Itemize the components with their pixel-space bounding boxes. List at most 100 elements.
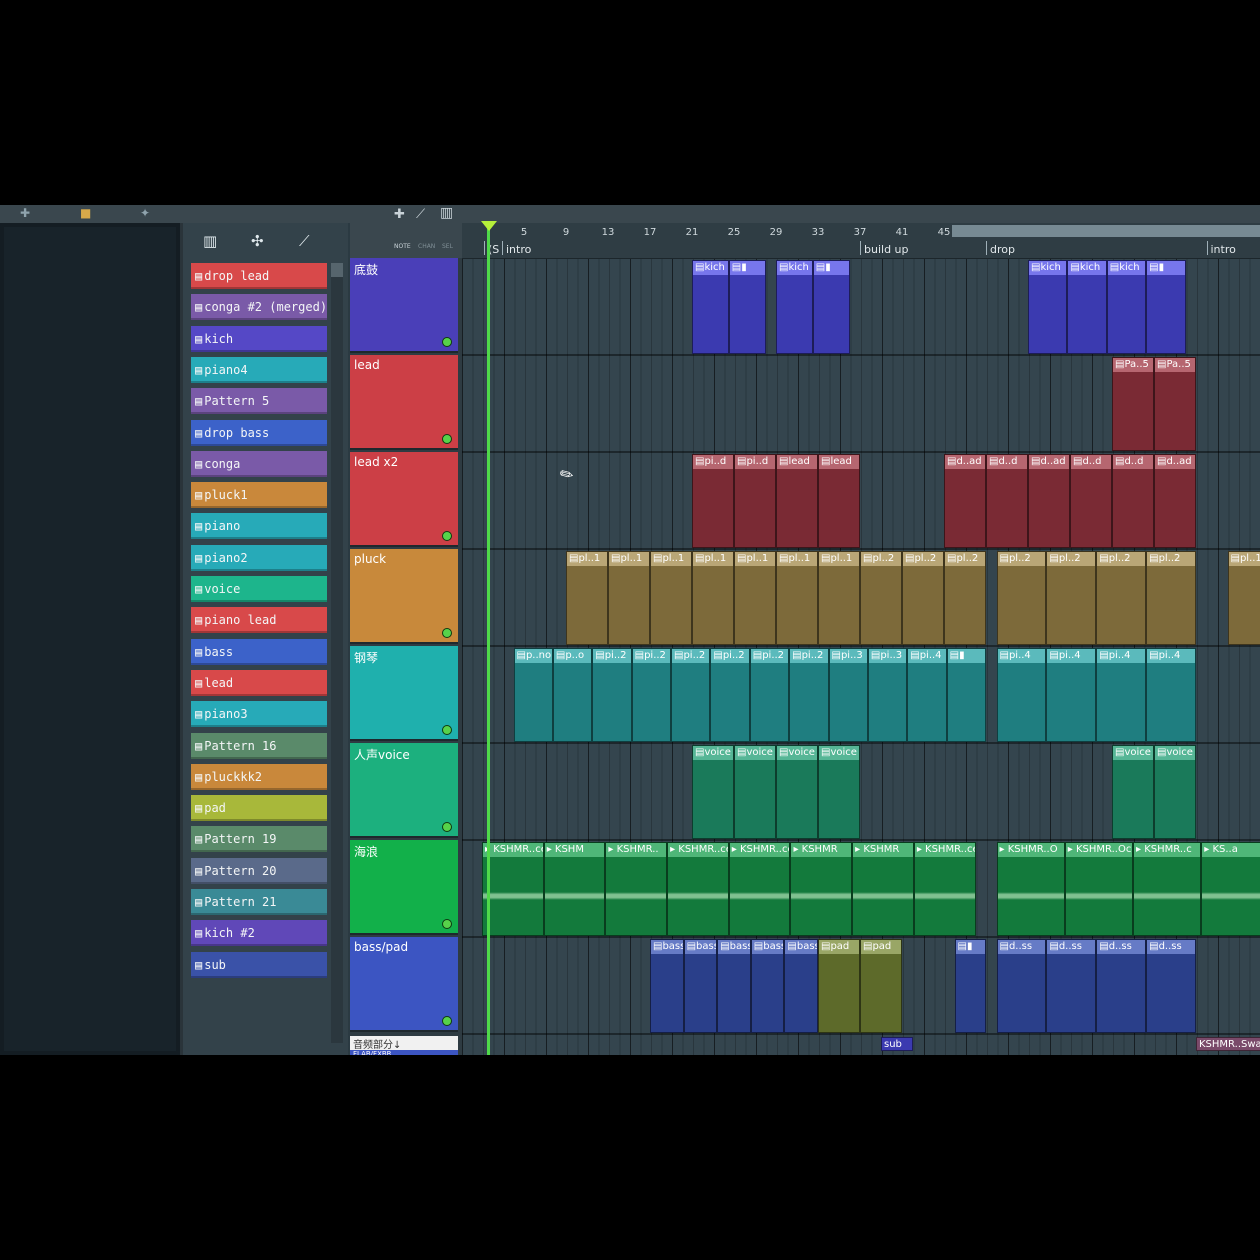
time-marker[interactable]: intro (501, 241, 531, 256)
playlist-clip[interactable]: ▸ KSHMR..O (996, 842, 1065, 936)
playlist-clip[interactable]: ▤pi..2 (592, 648, 632, 742)
playlist-clip[interactable]: ▤d..ad (944, 454, 986, 548)
track-header[interactable]: bass/pad (350, 937, 458, 1032)
playlist-clip[interactable]: ▤voice (1112, 745, 1154, 839)
playlist-clip[interactable]: ▤▮ (728, 260, 766, 354)
pattern-item[interactable]: ▤ conga (191, 450, 327, 477)
pattern-item[interactable]: ▤ kich #2 (191, 920, 327, 947)
time-marker[interactable]: drop (986, 241, 1015, 256)
track-header[interactable]: lead x2 (350, 452, 458, 547)
track-enable-icon[interactable] (442, 919, 452, 929)
playlist-clip[interactable]: ▤pi..4 (907, 648, 947, 742)
playlist-clip[interactable]: ▸ KS..a (1201, 842, 1260, 936)
playlist-clip[interactable]: ▤Pa..5 (1112, 357, 1154, 451)
playlist-clip[interactable]: ▸ KSHMR (852, 842, 914, 936)
pattern-item[interactable]: ▤ drop lead (191, 263, 327, 289)
pattern-item[interactable]: ▤ piano4 (191, 356, 327, 383)
playlist-clip[interactable]: ▤voice (776, 745, 818, 839)
browser-list[interactable] (4, 227, 176, 1051)
playlist-clip[interactable]: ▤pl..1 (608, 551, 650, 645)
playlist-clip[interactable]: ▤pl..2 (860, 551, 902, 645)
pattern-item[interactable]: ▤ lead (191, 669, 327, 696)
playlist-clip[interactable]: ▤d..d (1070, 454, 1112, 548)
playlist-clip[interactable]: ▤d..ss (1046, 939, 1097, 1033)
pattern-item[interactable]: ▤ Pattern 21 (191, 889, 327, 915)
track-enable-icon[interactable] (442, 434, 452, 444)
scroll-thumb[interactable] (331, 263, 343, 277)
piano-roll-icon[interactable]: ▥ (440, 205, 453, 221)
pattern-item[interactable]: ▤ pluckkk2 (191, 763, 327, 790)
track-header[interactable]: pluck (350, 549, 458, 644)
playlist-clip[interactable]: ▸ KSHMR..ce (482, 842, 544, 936)
playlist-clip[interactable]: ▤pi..2 (710, 648, 750, 742)
playlist-clip[interactable]: ▤pi..2 (671, 648, 711, 742)
playlist-clip[interactable]: ▤bass (717, 939, 751, 1033)
playlist-clip[interactable]: ▤pl..2 (1046, 551, 1097, 645)
pattern-item[interactable]: ▤ pluck1 (191, 482, 327, 509)
playlist-clip[interactable]: ▤▮ (954, 939, 986, 1033)
paint-icon[interactable]: ⟋ (416, 207, 425, 222)
track-header[interactable]: lead (350, 355, 458, 450)
playlist-clip[interactable]: ▤pl..2 (902, 551, 944, 645)
playlist-clip[interactable]: ▤Pa..5 (1154, 357, 1196, 451)
pattern-item[interactable]: ▤ voice (191, 576, 327, 602)
playlist-clip[interactable]: ▤pl..2 (996, 551, 1047, 645)
pattern-item[interactable]: ▤ piano (191, 513, 327, 540)
playlist-clip[interactable]: sub (881, 1037, 913, 1051)
track-audio-section-label[interactable]: 音频部分↓ (350, 1036, 458, 1051)
playlist-clip[interactable]: ▸ KSHMR..cean (913, 842, 976, 936)
pattern-item[interactable]: ▤ sub (191, 951, 327, 978)
playlist-clip[interactable]: ▤pad (818, 939, 860, 1033)
picker-scrollbar[interactable] (331, 263, 343, 1043)
track-next-label[interactable]: FLAB/FXBR (350, 1050, 458, 1055)
pattern-item[interactable]: ▤ piano2 (191, 544, 327, 571)
playlist-grid[interactable]: ▤kich ▤▮ ▤kich ▤▮ ▤kich ▤kich ▤kich ▤▮ ▤Pa..5 ▤Pa… (462, 259, 1260, 1055)
playlist-clip[interactable]: ▤voice (818, 745, 860, 839)
playlist-clip[interactable]: ▤pi..3 (867, 648, 908, 742)
scroll-thumb[interactable] (952, 225, 1260, 237)
track-enable-icon[interactable] (442, 531, 452, 541)
playlist-clip[interactable]: ▤pl..2 (1096, 551, 1147, 645)
folder-icon[interactable]: ■ (80, 206, 91, 220)
playlist-clip[interactable]: ▤kich (1067, 260, 1107, 354)
playlist-clip[interactable]: ▤pl..1 (1227, 551, 1260, 645)
playlist-clip[interactable]: ▤d..ss (1146, 939, 1196, 1033)
playlist-clip[interactable]: ▤d..ss (1096, 939, 1147, 1033)
track-header[interactable]: 底鼓 (350, 258, 458, 353)
playlist-clip[interactable]: ▸ KSHMR..Ocear (1064, 842, 1133, 936)
playlist-clip[interactable]: ▤pi..d (734, 454, 776, 548)
playlist-clip[interactable]: ▤pl..1 (818, 551, 860, 645)
step-icon[interactable]: ✣ (251, 232, 264, 250)
curve-icon[interactable]: ⟋ (299, 232, 310, 250)
playlist-clip[interactable]: ▤kich (1028, 260, 1068, 354)
playlist-clip[interactable]: ▤bass (784, 939, 818, 1033)
playlist-clip[interactable]: ▤voice (692, 745, 734, 839)
playhead[interactable] (487, 223, 490, 1055)
playlist-clip[interactable]: ▤d..d (986, 454, 1028, 548)
playlist-clip[interactable]: ▸ KSHMR (790, 842, 853, 936)
playlist-clip[interactable]: ▤▮ (946, 648, 986, 742)
pattern-item[interactable]: ▤ piano3 (191, 701, 327, 728)
playlist-clip[interactable]: ▸ KSHMR..ce (667, 842, 729, 936)
playlist-clip[interactable]: ▤pad (860, 939, 902, 1033)
pattern-item[interactable]: ▤ Pattern 5 (191, 388, 327, 415)
playlist-clip[interactable]: ▤kich (692, 260, 729, 354)
playlist-clip[interactable]: ▤voice (734, 745, 776, 839)
playlist-clip[interactable]: ▤pl..2 (1146, 551, 1196, 645)
playlist-clip[interactable]: ▤▮ (812, 260, 850, 354)
playlist-clip[interactable]: ▤pi..3 (828, 648, 868, 742)
playlist-clip[interactable]: ▸ KSHMR..cea (728, 842, 791, 936)
playlist-clip[interactable]: ▤p..no (513, 648, 553, 742)
playlist-clip[interactable]: ▤d..ad (1028, 454, 1070, 548)
playlist-clip[interactable]: ▤lead (776, 454, 818, 548)
track-header[interactable]: 人声voice (350, 743, 458, 838)
playlist-clip[interactable]: ▤pi..4 (1046, 648, 1097, 742)
playlist-clip[interactable]: ▸ KSHMR.. (605, 842, 668, 936)
pattern-item[interactable]: ▤ Pattern 19 (191, 826, 327, 853)
playlist-clip[interactable]: ▤kich (776, 260, 813, 354)
pattern-item[interactable]: ▤ pad (191, 795, 327, 822)
playlist-clip[interactable]: ▤pl..1 (566, 551, 608, 645)
playlist-clip[interactable]: ▤voice (1154, 745, 1196, 839)
playlist-clip[interactable]: ▸ KSHMR..c (1133, 842, 1202, 936)
magnet-icon[interactable]: ✦ (140, 206, 150, 220)
